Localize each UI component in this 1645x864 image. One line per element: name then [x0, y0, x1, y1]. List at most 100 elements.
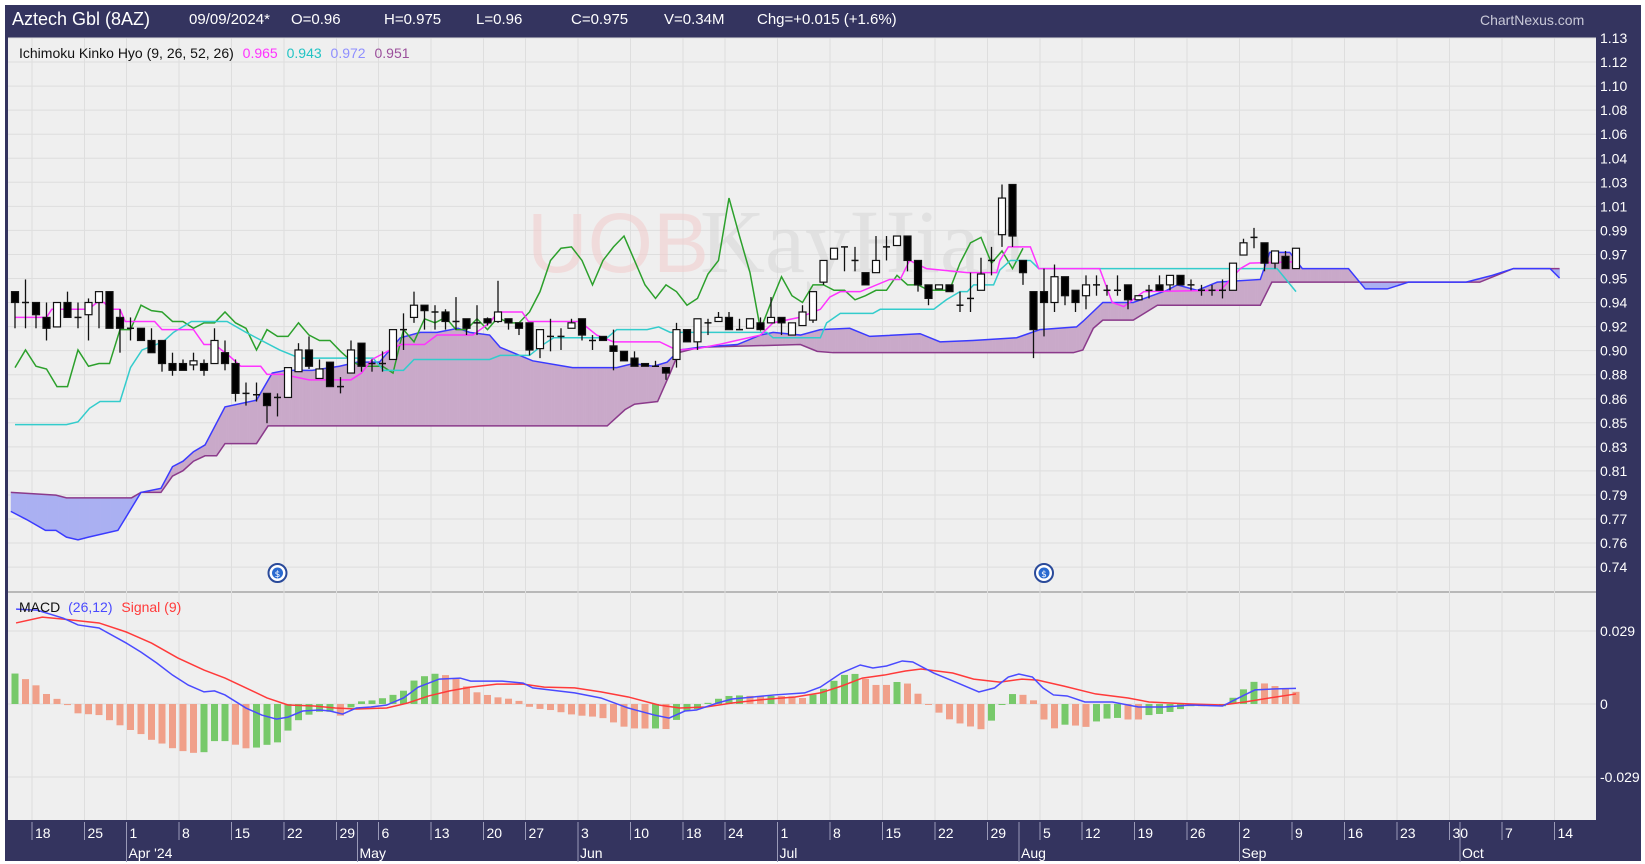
- price-chart[interactable]: UOB KayHian $ $ 1.131.121.101.081.061.041…: [0, 0, 1645, 864]
- histogram-bar: [11, 673, 19, 704]
- cloud-segment: [1320, 268, 1324, 283]
- candle-body: [672, 329, 681, 361]
- cloud-segment: [625, 364, 628, 410]
- cloud-segment: [803, 333, 807, 347]
- cloud-segment: [478, 333, 481, 426]
- candle-body: [535, 329, 545, 350]
- candle-body: [441, 311, 450, 323]
- cloud-segment: [443, 330, 447, 426]
- cloud-segment: [480, 333, 484, 426]
- cloud-segment: [890, 335, 894, 353]
- cloud-segment: [800, 334, 804, 346]
- month-label: May: [360, 845, 386, 861]
- cloud-segment: [913, 333, 917, 353]
- cloud-segment: [1102, 302, 1106, 321]
- cloud-segment: [386, 351, 390, 426]
- cloud-segment: [16, 492, 19, 516]
- cloud-segment: [866, 335, 870, 353]
- cloud-segment: [1060, 327, 1064, 353]
- cloud-segment: [580, 367, 584, 426]
- cloud-segment: [365, 362, 369, 426]
- cloud-segment: [1163, 290, 1167, 306]
- candle: [892, 235, 902, 247]
- histogram-bar: [74, 704, 82, 714]
- candle-body: [115, 316, 125, 329]
- cloud-segment: [863, 334, 867, 353]
- histogram-bar: [43, 693, 50, 704]
- date-tick-label: 8: [833, 825, 841, 841]
- cloud-segment: [811, 331, 815, 351]
- cloud-segment: [856, 330, 859, 353]
- candle-body: [808, 291, 818, 321]
- cloud-segment: [622, 365, 626, 413]
- cloud-segment: [1029, 332, 1033, 353]
- cloud-segment: [228, 405, 232, 444]
- cloud-segment: [551, 364, 555, 426]
- price-tick-label: 0.97: [1600, 246, 1627, 262]
- histogram-bar: [358, 701, 365, 704]
- histogram-bar: [998, 704, 1006, 705]
- cloud-segment: [273, 372, 277, 426]
- candle-body: [493, 311, 503, 323]
- cloud-segment: [648, 365, 652, 403]
- cloud-segment: [422, 332, 426, 426]
- cloud-segment: [404, 335, 408, 426]
- date-tick-label: 5: [1043, 825, 1051, 841]
- cloud-segment: [861, 332, 865, 353]
- cloud-segment: [506, 350, 510, 426]
- candle-body: [829, 247, 839, 260]
- cloud-segment: [640, 364, 644, 404]
- cloud-segment: [562, 365, 565, 426]
- cloud-segment: [790, 334, 794, 345]
- histogram-bar: [1156, 704, 1163, 714]
- candle-body: [619, 350, 629, 362]
- cloud-segment: [499, 346, 502, 426]
- histogram-bar: [935, 704, 943, 713]
- price-tick-label: 1.04: [1600, 150, 1627, 166]
- candle-body: [787, 322, 797, 336]
- candle-body: [346, 349, 356, 374]
- span-a-value: 0.972: [331, 45, 366, 61]
- kijun-value: 0.943: [287, 45, 322, 61]
- cloud-segment: [588, 367, 592, 426]
- cloud-segment: [971, 340, 975, 353]
- date-tick-label: 25: [88, 825, 104, 841]
- cloud-segment: [1207, 284, 1211, 306]
- candle-body: [598, 335, 608, 342]
- histogram-bar: [893, 681, 901, 704]
- candle-body: [1176, 274, 1185, 286]
- cloud-segment: [517, 354, 521, 426]
- cloud-segment: [291, 370, 295, 426]
- cloud-segment: [512, 352, 516, 426]
- cloud-segment: [357, 362, 361, 426]
- cloud-segment: [1213, 282, 1216, 306]
- cloud-segment: [1310, 268, 1314, 283]
- watermark-logo: UOB KayHian: [527, 193, 1025, 292]
- month-label: Jul: [780, 845, 798, 861]
- candle-body: [577, 318, 587, 336]
- cloud-segment: [18, 492, 22, 517]
- cloud-segment: [1215, 282, 1219, 306]
- cloud-segment: [1255, 279, 1258, 306]
- cloud-segment: [522, 356, 526, 426]
- cloud-segment: [399, 337, 403, 426]
- cloud-segment: [835, 328, 838, 353]
- cloud-segment: [1278, 252, 1282, 283]
- date-axis: 18 25 1 8 15 22 29 6 13 20 27 3 10 18 24 1 8 15 22 29 5 12 19 2…: [31, 822, 1573, 862]
- price-tick-label: 0.83: [1600, 439, 1627, 455]
- candle-body: [462, 318, 471, 329]
- month-label: Jun: [580, 845, 603, 861]
- cloud-segment: [556, 364, 560, 426]
- cloud-segment: [926, 336, 930, 353]
- histogram-bar: [946, 704, 953, 720]
- cloud-segment: [527, 358, 531, 426]
- cloud-segment: [307, 370, 311, 426]
- cloud-segment: [1194, 289, 1198, 306]
- cloud-segment: [1173, 285, 1177, 306]
- cloud-segment: [433, 332, 437, 426]
- histogram-bar: [484, 694, 491, 704]
- histogram-bar: [872, 684, 880, 704]
- candle-body: [724, 316, 734, 331]
- cloud-segment: [370, 362, 374, 426]
- dividend-icon: $: [1034, 563, 1054, 583]
